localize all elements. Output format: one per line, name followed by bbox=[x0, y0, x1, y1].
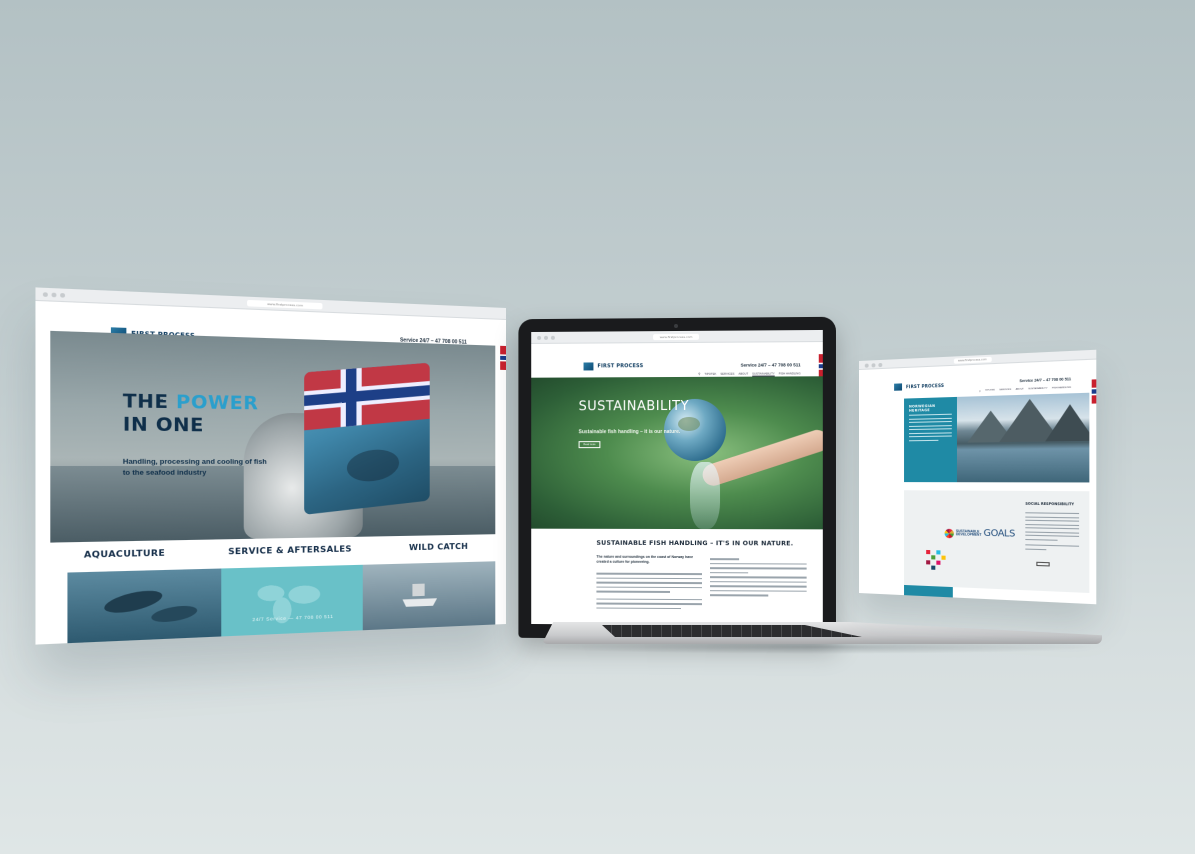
hero-title-line2: IN ONE bbox=[122, 414, 204, 437]
category-aquaculture[interactable]: AQUACULTURE bbox=[84, 548, 165, 572]
nav-item-services[interactable]: SERVICES bbox=[720, 372, 734, 376]
nav-item-tipotek[interactable]: TIPOTEK bbox=[704, 372, 716, 376]
hero-title: SUSTAINABILITY bbox=[578, 398, 690, 415]
body-text-right bbox=[710, 558, 807, 597]
mockup-scene: www.firstprocess.com FIRST PROCESS Servi… bbox=[0, 0, 1195, 854]
water-splash bbox=[689, 461, 721, 530]
mountain bbox=[1045, 403, 1090, 442]
social-heading: SOCIAL RESPONSIBILITY bbox=[1025, 501, 1075, 507]
hero-title-accent: POWER bbox=[175, 391, 259, 415]
left-browser-window: www.firstprocess.com FIRST PROCESS Servi… bbox=[35, 287, 506, 645]
logo[interactable]: FIRST PROCESS bbox=[894, 382, 944, 391]
norway-flag-icon[interactable] bbox=[818, 354, 823, 379]
nav-item-about[interactable]: ABOUT bbox=[739, 372, 749, 376]
sdg-logo: SUSTAINABLE DEVELOPMENT GOALS bbox=[944, 528, 1016, 540]
body-text-left bbox=[596, 572, 702, 610]
logo-icon bbox=[583, 362, 594, 371]
site-header: FIRST PROCESS Service 24/7 – 47 708 00 5… bbox=[531, 342, 823, 379]
hero-subtitle: Sustainable fish handling – it is our na… bbox=[578, 428, 681, 436]
nav-item-tipotek[interactable]: TIPOTEK bbox=[985, 389, 995, 392]
window-controls[interactable] bbox=[864, 362, 883, 368]
sdg-goals: GOALS bbox=[983, 528, 1016, 540]
logo[interactable]: FIRST PROCESS bbox=[583, 362, 644, 371]
category-tiles: 24/7 Service — 47 708 00 511 bbox=[67, 561, 496, 644]
hero-image: THE POWER IN ONE Handling, processing an… bbox=[50, 330, 496, 543]
camera-icon bbox=[674, 323, 678, 329]
hero-subtitle: Handling, processing and cooling of fish… bbox=[122, 458, 267, 478]
heritage-text bbox=[909, 413, 952, 441]
laptop: www.firstprocess.com FIRST PROCESS Servi… bbox=[518, 316, 836, 641]
logo-icon bbox=[894, 383, 903, 391]
main-nav: ⚲ TIPOTEK SERVICES ABOUT SUSTAINABILITY … bbox=[698, 371, 800, 376]
window-controls[interactable] bbox=[42, 292, 66, 298]
service-tile[interactable]: 24/7 Service — 47 708 00 511 bbox=[220, 564, 364, 637]
window-controls[interactable] bbox=[537, 335, 555, 340]
heritage-section: NORWEGIAN HERITAGE bbox=[904, 392, 1090, 483]
address-bar[interactable]: www.firstprocess.com bbox=[652, 333, 700, 341]
sdg-pixel-graphic bbox=[926, 549, 946, 570]
social-responsibility-section: SOCIAL RESPONSIBILITY SUSTAINABLE DEVELO… bbox=[904, 490, 1090, 594]
fjord-image bbox=[956, 392, 1090, 483]
social-text bbox=[1025, 512, 1080, 550]
read-more-button[interactable]: Read more bbox=[578, 441, 601, 449]
hero-title-word: THE bbox=[122, 390, 169, 414]
hero-image: SUSTAINABILITY Sustainable fish handling… bbox=[531, 376, 823, 530]
laptop-screen: www.firstprocess.com FIRST PROCESS Servi… bbox=[531, 329, 823, 627]
norway-flag-icon[interactable] bbox=[1091, 379, 1097, 404]
norway-flag-icon[interactable] bbox=[500, 345, 506, 370]
nav-item-fish-handling[interactable]: FISH HANDLING bbox=[1052, 387, 1071, 391]
sdg-text: SUSTAINABLE DEVELOPMENT bbox=[955, 528, 982, 538]
fish-image bbox=[150, 603, 199, 625]
fish-in-ice bbox=[346, 447, 400, 484]
nav-item-sustainability[interactable]: SUSTAINABILITY bbox=[752, 371, 774, 375]
service-phone[interactable]: Service 24/7 – 47 708 00 511 bbox=[1020, 377, 1072, 383]
wild-catch-tile[interactable] bbox=[363, 561, 496, 631]
hero-title: THE POWER IN ONE bbox=[123, 391, 259, 438]
nav-item-services[interactable]: SERVICES bbox=[999, 389, 1011, 393]
address-bar[interactable]: www.firstprocess.com bbox=[953, 356, 992, 364]
section-title: SUSTAINABLE FISH HANDLING – IT'S IN OUR … bbox=[596, 539, 794, 548]
aquaculture-tile[interactable] bbox=[67, 568, 221, 644]
heritage-panel: NORWEGIAN HERITAGE bbox=[904, 396, 957, 483]
laptop-base bbox=[542, 622, 1102, 652]
logo-text: FIRST PROCESS bbox=[906, 382, 945, 390]
ice-cube-image bbox=[304, 362, 430, 515]
logo-text: FIRST PROCESS bbox=[597, 363, 644, 370]
read-more-button[interactable] bbox=[1036, 561, 1050, 567]
nav-item-fish-handling[interactable]: FISH HANDLING bbox=[779, 371, 801, 375]
address-bar[interactable]: www.firstprocess.com bbox=[247, 299, 323, 310]
sdg-line2: DEVELOPMENT bbox=[955, 532, 982, 537]
sdg-wheel-icon bbox=[944, 528, 954, 538]
category-wild-catch[interactable]: WILD CATCH bbox=[409, 542, 468, 564]
service-phone[interactable]: Service 24/7 – 47 708 00 511 bbox=[741, 362, 801, 367]
ship-bridge bbox=[412, 583, 425, 597]
heritage-heading: NORWEGIAN HERITAGE bbox=[909, 403, 936, 413]
nav-item-about[interactable]: ABOUT bbox=[1016, 388, 1024, 391]
footer-bar bbox=[904, 584, 953, 598]
nav-item-sustainability[interactable]: SUSTAINABILITY bbox=[1028, 388, 1047, 392]
section-intro: The nature and surroundings on the coast… bbox=[596, 554, 694, 564]
right-browser-window: www.firstprocess.com FIRST PROCESS Servi… bbox=[859, 349, 1097, 605]
search-icon[interactable]: ⚲ bbox=[979, 390, 981, 393]
search-icon[interactable]: ⚲ bbox=[698, 372, 700, 376]
main-nav: ⚲ TIPOTEK SERVICES ABOUT SUSTAINABILITY … bbox=[979, 387, 1071, 393]
